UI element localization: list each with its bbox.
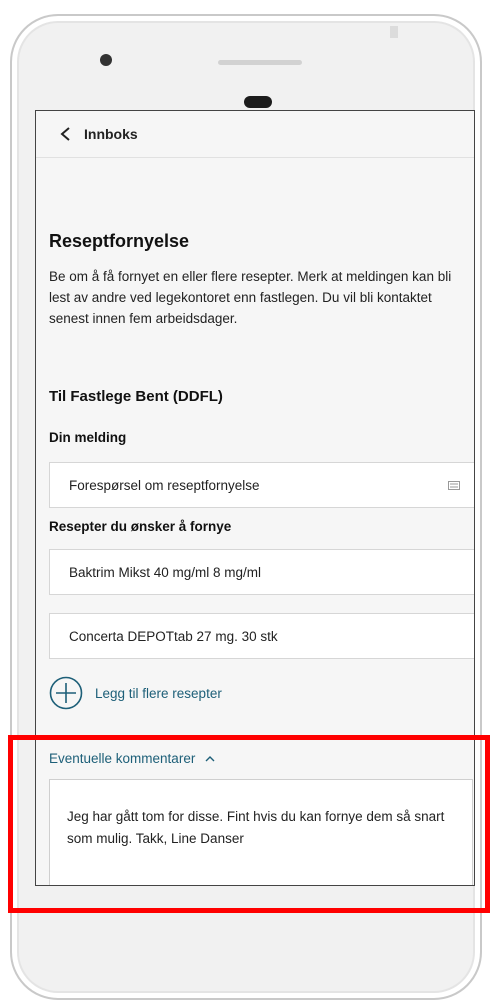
prescriptions-label: Resepter du ønsker å fornye [49, 519, 232, 534]
highlight-box [8, 735, 490, 913]
prescription-item-label: Concerta DEPOTtab 27 mg. 30 stk [69, 628, 278, 644]
side-button [390, 26, 398, 38]
prescription-item[interactable]: Concerta DEPOTtab 27 mg. 30 stk [49, 613, 474, 659]
page-title: Reseptfornyelse [49, 231, 190, 251]
front-camera [100, 54, 112, 66]
add-prescription-button[interactable]: Legg til flere resepter [49, 676, 222, 710]
prescription-item-label: Baktrim Mikst 40 mg/ml 8 mg/ml [69, 564, 262, 580]
sensor-pill [244, 96, 272, 108]
top-bar: Innboks [36, 111, 474, 158]
back-label: Innboks [84, 126, 138, 142]
message-subject-input[interactable]: Forespørsel om reseptfornyelse [49, 462, 474, 508]
prescription-item[interactable]: Baktrim Mikst 40 mg/ml 8 mg/ml [49, 549, 474, 595]
message-label: Din melding [49, 430, 127, 445]
chevron-left-icon [60, 127, 70, 141]
message-subject-value: Forespørsel om reseptfornyelse [69, 477, 260, 493]
earpiece-speaker [218, 60, 302, 65]
recipient-heading: Til Fastlege Bent (DDFL) [49, 388, 223, 405]
back-button[interactable]: Innboks [58, 126, 138, 142]
keyboard-icon [448, 481, 460, 490]
add-prescription-label: Legg til flere resepter [95, 685, 222, 701]
page-description: Be om å få fornyet en eller flere resept… [49, 269, 452, 326]
plus-circle-icon [49, 676, 83, 710]
